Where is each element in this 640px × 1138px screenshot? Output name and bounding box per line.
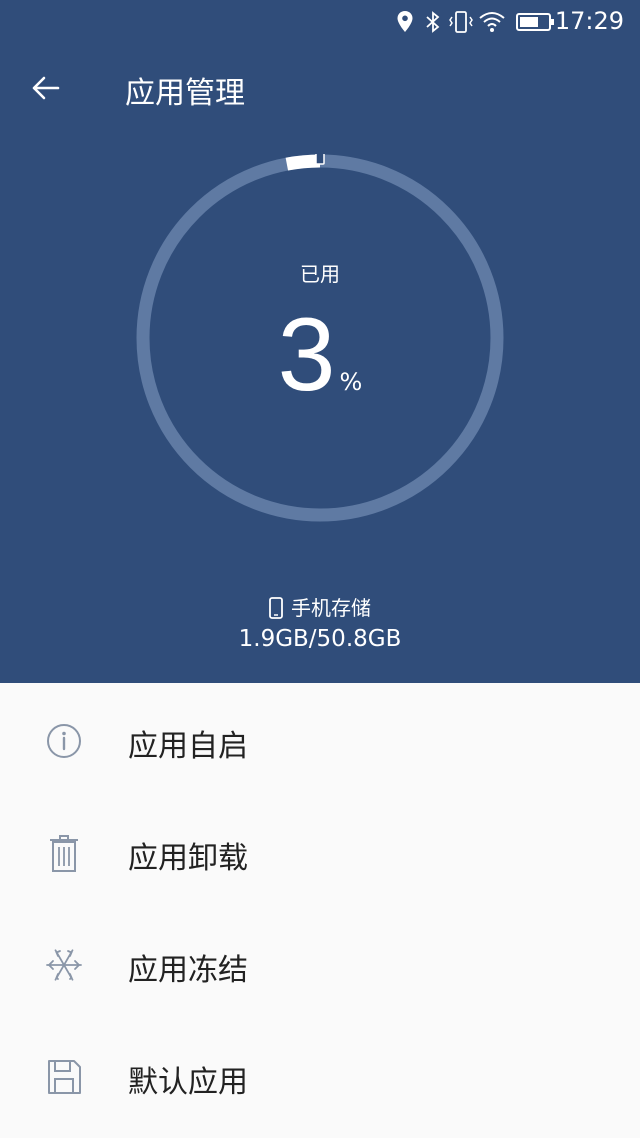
location-icon — [397, 11, 413, 32]
menu-item-label: 应用冻结 — [128, 953, 248, 988]
bluetooth-icon — [426, 11, 440, 33]
back-arrow-icon[interactable] — [28, 70, 64, 106]
storage-name: 手机存储 — [0, 592, 640, 621]
info-icon — [47, 724, 81, 758]
wifi-icon — [479, 12, 505, 32]
status-time: 17:29 — [554, 7, 624, 35]
storage-header: 17:29 应用管理 已用 3% 手机存储 1.9GB/50.8GB — [0, 0, 640, 683]
status-bar: 17:29 — [0, 0, 640, 44]
used-label: 已用 — [300, 262, 340, 286]
menu-list: 应用自启 应用卸载 应用冻结 默认应用 — [0, 683, 640, 1131]
menu-item-label: 默认应用 — [128, 1065, 248, 1100]
page-title: 应用管理 — [125, 76, 245, 111]
vibrate-icon — [449, 11, 473, 33]
menu-item-label: 应用卸载 — [128, 841, 248, 876]
menu-item-default-apps[interactable]: 默认应用 — [0, 1019, 640, 1131]
percent-sign: % — [339, 368, 363, 396]
menu-item-app-uninstall[interactable]: 应用卸载 — [0, 795, 640, 907]
menu-item-app-autostart[interactable]: 应用自启 — [0, 683, 640, 795]
battery-icon — [516, 13, 554, 31]
percent-value: 3 — [277, 297, 336, 413]
storage-name-text: 手机存储 — [291, 596, 371, 620]
ring-phone-icon — [315, 154, 325, 165]
trash-icon — [50, 835, 78, 872]
used-percent: 3% — [0, 300, 640, 410]
menu-item-app-freeze[interactable]: 应用冻结 — [0, 907, 640, 1019]
save-icon — [48, 1060, 81, 1094]
phone-icon — [269, 597, 283, 619]
snowflake-icon — [46, 949, 82, 981]
storage-value: 1.9GB/50.8GB — [238, 626, 402, 652]
menu-item-label: 应用自启 — [128, 729, 248, 764]
